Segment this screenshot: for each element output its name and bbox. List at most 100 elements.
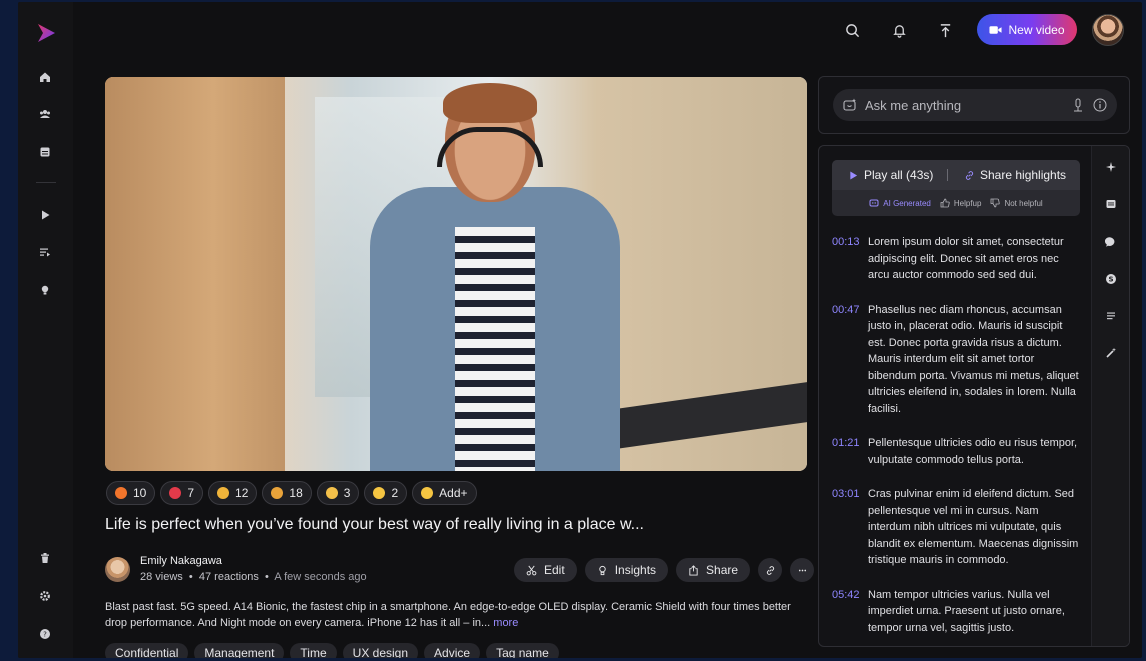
info-icon[interactable] xyxy=(1093,98,1107,112)
reaction-add-reaction[interactable]: Add+ xyxy=(412,481,477,505)
library-icon[interactable] xyxy=(35,142,55,162)
tag-chip[interactable]: Time xyxy=(290,643,337,658)
surprised-icon xyxy=(373,487,386,499)
gear-icon[interactable] xyxy=(35,586,55,606)
transcript-text: Phasellus nec diam rhoncus, accumsan jus… xyxy=(868,303,1079,415)
highlights-panel: Play all (43s) Share highlights AI Gener… xyxy=(818,145,1130,647)
play-icon[interactable] xyxy=(35,205,55,225)
ask-panel: Ask me anything xyxy=(818,76,1130,134)
chapters-icon[interactable] xyxy=(1104,197,1118,211)
reaction-fire[interactable]: 10 xyxy=(106,481,156,505)
upload-time: A few seconds ago xyxy=(274,571,367,583)
transcript-icon[interactable] xyxy=(1104,309,1118,323)
tag-chip[interactable]: Management xyxy=(194,643,285,658)
transcript-text: Cras pulvinar enim id eleifend dictum. S… xyxy=(868,488,1079,566)
tag-chip[interactable]: Confidential xyxy=(105,643,189,658)
timestamp-link[interactable]: 01:21 xyxy=(832,435,861,468)
reaction-heart[interactable]: 7 xyxy=(160,481,204,505)
app-window: ? New video 10 7 12 18 3 2 Add+ Life is perfec… xyxy=(18,2,1142,658)
microphone-icon[interactable] xyxy=(1071,98,1085,112)
thumbs-down-icon xyxy=(991,198,1001,208)
transcript-entry[interactable]: 05:42 Nam tempor ultricies varius. Nulla … xyxy=(832,587,1082,637)
edit-button[interactable]: Edit xyxy=(514,558,577,582)
trash-icon[interactable] xyxy=(35,548,55,568)
app-logo-icon[interactable] xyxy=(35,22,57,44)
transcript-entry[interactable]: 03:01 Cras pulvinar enim id eleifend dict… xyxy=(832,486,1082,569)
reaction-count: Add+ xyxy=(439,486,468,500)
more-link[interactable]: more xyxy=(493,617,518,629)
play-all-button[interactable]: Play all (43s) xyxy=(832,168,947,182)
magic-wand-icon[interactable] xyxy=(1104,346,1118,360)
timestamp-link[interactable]: 03:01 xyxy=(832,486,861,569)
transcript-entry[interactable]: 00:47 Phasellus nec diam rhoncus, accumsa… xyxy=(832,302,1082,418)
reactions-count: 47 reactions xyxy=(198,571,259,583)
bell-icon[interactable] xyxy=(889,20,909,40)
raised-hands-icon xyxy=(217,487,230,499)
share-button[interactable]: Share xyxy=(676,558,751,582)
reaction-count: 10 xyxy=(133,486,147,500)
transcript-list: 00:13 Lorem ipsum dolor sit amet, consect… xyxy=(832,234,1082,646)
thumbs-up-icon xyxy=(940,198,950,208)
more-options-button[interactable] xyxy=(790,558,815,582)
new-video-label: New video xyxy=(1008,22,1065,37)
insights-label: Insights xyxy=(614,563,657,577)
new-video-button[interactable]: New video xyxy=(977,14,1077,45)
panel-rail: S xyxy=(1091,146,1129,646)
video-actions: Edit Insights Share xyxy=(514,558,815,582)
view-count: 28 views xyxy=(140,571,183,583)
transcript-entry[interactable]: 01:21 Pellentesque ultricies odio eu risu… xyxy=(832,435,1082,468)
timestamp-link[interactable]: 00:47 xyxy=(832,302,861,418)
comment-icon[interactable] xyxy=(1104,235,1118,249)
reaction-count: 18 xyxy=(289,486,303,500)
ai-chat-icon xyxy=(843,98,856,111)
reaction-clap[interactable]: 3 xyxy=(316,481,360,505)
tag-chip[interactable]: UX design xyxy=(342,643,419,658)
sparkle-icon[interactable] xyxy=(1104,160,1118,174)
video-description: Blast past fast. 5G speed. A14 Bionic, t… xyxy=(105,599,805,631)
video-meta: 28 views • 47 reactions • A few seconds … xyxy=(140,571,367,583)
insights-button[interactable]: Insights xyxy=(584,558,669,582)
ai-icon xyxy=(869,199,879,207)
helpful-label: Helpfup xyxy=(953,198,982,208)
author-avatar[interactable] xyxy=(105,557,130,582)
reaction-bar: 10 7 12 18 3 2 Add+ xyxy=(106,481,477,505)
fire-icon xyxy=(115,487,127,499)
transcript-entry[interactable]: 00:13 Lorem ipsum dolor sit amet, consect… xyxy=(832,234,1082,284)
video-player[interactable] xyxy=(105,77,807,471)
link-icon xyxy=(766,565,774,575)
sidebar: ? xyxy=(18,2,73,658)
play-icon xyxy=(850,170,858,180)
not-helpful-label: Not helpful xyxy=(1004,198,1043,208)
team-icon[interactable] xyxy=(35,104,55,124)
timestamp-link[interactable]: 00:13 xyxy=(832,234,861,284)
search-icon[interactable] xyxy=(842,20,862,40)
author-name[interactable]: Emily Nakagawa xyxy=(140,555,222,567)
reaction-surprised[interactable]: 2 xyxy=(364,481,408,505)
reaction-count: 7 xyxy=(187,486,195,500)
reaction-raised-hands[interactable]: 12 xyxy=(208,481,258,505)
ask-input[interactable]: Ask me anything xyxy=(833,89,1117,121)
play-all-label: Play all (43s) xyxy=(864,168,934,182)
playlist-icon[interactable] xyxy=(35,242,55,262)
ask-placeholder: Ask me anything xyxy=(865,97,962,113)
timestamp-link[interactable]: 05:42 xyxy=(832,587,861,637)
lightbulb-icon xyxy=(598,565,606,575)
not-helpful-button[interactable]: Not helpful xyxy=(990,198,1043,208)
home-icon[interactable] xyxy=(35,67,55,87)
tag-chip[interactable]: Advice xyxy=(424,643,481,658)
reaction-party-popper[interactable]: 18 xyxy=(262,481,312,505)
copy-link-button[interactable] xyxy=(758,558,783,582)
summary-icon[interactable]: S xyxy=(1104,272,1118,286)
transcript-text: Lorem ipsum dolor sit amet, consectetur … xyxy=(868,236,1064,281)
share-highlights-button[interactable]: Share highlights xyxy=(948,168,1066,182)
ai-feedback-row: AI Generated Helpfup Not helpful xyxy=(832,194,1080,212)
sidebar-divider xyxy=(36,182,56,183)
upload-icon[interactable] xyxy=(935,20,955,40)
bulb-icon[interactable] xyxy=(35,280,55,300)
help-icon[interactable]: ? xyxy=(35,624,55,644)
user-avatar[interactable] xyxy=(1092,14,1124,46)
video-camera-icon xyxy=(989,25,1003,34)
helpful-button[interactable]: Helpfup xyxy=(940,198,982,208)
transcript-text: Nam tempor ultricies varius. Nulla vel i… xyxy=(868,588,1065,634)
tag-chip[interactable]: Tag name xyxy=(486,643,559,658)
